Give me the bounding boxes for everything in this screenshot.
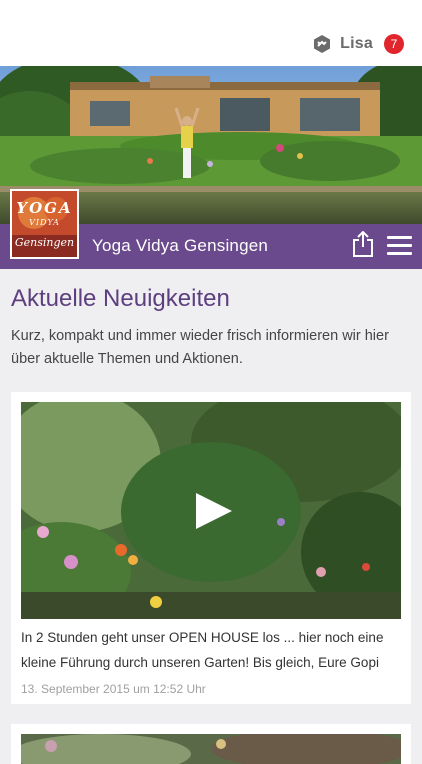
share-icon[interactable] — [352, 231, 374, 257]
page-title: Aktuelle Neuigkeiten — [11, 285, 230, 312]
user-menu[interactable]: Lisa 7 — [312, 32, 404, 56]
top-bar: Lisa 7 — [0, 0, 422, 66]
news-intro: Kurz, kompakt und immer wieder frisch in… — [11, 328, 389, 367]
news-card[interactable]: In 2 Stunden geht unser OPEN HOUSE los .… — [11, 392, 411, 704]
logo-text-top: YOGA — [16, 199, 73, 217]
logo-text-bottom: Gensingen — [14, 236, 75, 249]
hexagon-logo-icon — [314, 35, 331, 53]
hamburger-menu-icon[interactable] — [387, 236, 412, 255]
play-icon[interactable] — [194, 491, 234, 531]
user-name[interactable]: Lisa — [340, 35, 373, 53]
brand-title: Yoga Vidya Gensingen — [92, 236, 269, 255]
news-card[interactable] — [11, 724, 411, 764]
video-player[interactable] — [21, 402, 401, 619]
logo-text-small: VIDYA — [29, 218, 60, 227]
notification-badge[interactable]: 7 — [384, 34, 404, 54]
post-date: 13. September 2015 um 12:52 Uhr — [21, 682, 206, 696]
post-text: In 2 Stunden geht unser OPEN HOUSE los .… — [21, 630, 384, 670]
brand-logo[interactable]: YOGA VIDYA Gensingen — [10, 189, 79, 259]
video-preview[interactable] — [21, 734, 401, 764]
